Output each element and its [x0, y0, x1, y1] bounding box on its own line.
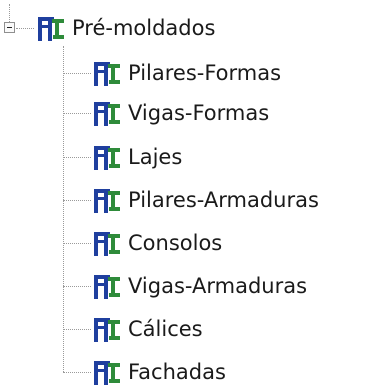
tree-node-label: Pilares-Formas [128, 61, 282, 85]
precast-structure-icon [92, 58, 122, 88]
precast-tree-view: Pré-moldados Pilares-Formas Vigas-Formas… [0, 0, 377, 391]
tree-node-label: Cálices [128, 317, 203, 341]
tree-node-label: Lajes [128, 145, 183, 169]
tree-node-label: Pré-moldados [72, 16, 216, 40]
tree-connector-child-2 [63, 113, 91, 114]
tree-node-label: Pilares-Armaduras [128, 188, 319, 212]
tree-node-pilares-formas[interactable]: Pilares-Formas [92, 55, 281, 91]
precast-structure-icon [92, 357, 122, 387]
tree-node-consolos[interactable]: Consolos [92, 225, 222, 261]
precast-structure-icon [92, 228, 122, 258]
tree-connector-child-1 [63, 73, 91, 74]
tree-connector-child-6 [63, 286, 91, 287]
collapse-toggle-icon[interactable] [4, 22, 15, 33]
tree-node-calices[interactable]: Cálices [92, 311, 203, 347]
tree-node-label: Vigas-Armaduras [128, 274, 308, 298]
tree-node-pilares-armaduras[interactable]: Pilares-Armaduras [92, 182, 319, 218]
precast-structure-icon [92, 98, 122, 128]
precast-structure-icon [92, 142, 122, 172]
tree-node-lajes[interactable]: Lajes [92, 139, 182, 175]
tree-connector-child-8 [63, 372, 91, 373]
tree-node-root[interactable]: Pré-moldados [36, 10, 215, 46]
tree-connector-child-3 [63, 157, 91, 158]
precast-structure-icon [92, 185, 122, 215]
tree-connector-root [16, 28, 34, 29]
tree-connector-child-5 [63, 243, 91, 244]
tree-node-label: Fachadas [128, 360, 226, 384]
precast-structure-icon [36, 13, 66, 43]
tree-node-vigas-formas[interactable]: Vigas-Formas [92, 95, 269, 131]
tree-node-fachadas[interactable]: Fachadas [92, 354, 226, 390]
tree-node-label: Vigas-Formas [128, 101, 270, 125]
precast-structure-icon [92, 314, 122, 344]
tree-node-label: Consolos [128, 231, 223, 255]
tree-connector-child-4 [63, 200, 91, 201]
tree-node-vigas-armaduras[interactable]: Vigas-Armaduras [92, 268, 307, 304]
tree-connector-root-top [9, 4, 10, 22]
tree-connector-children [63, 46, 64, 372]
tree-connector-child-7 [63, 329, 91, 330]
precast-structure-icon [92, 271, 122, 301]
